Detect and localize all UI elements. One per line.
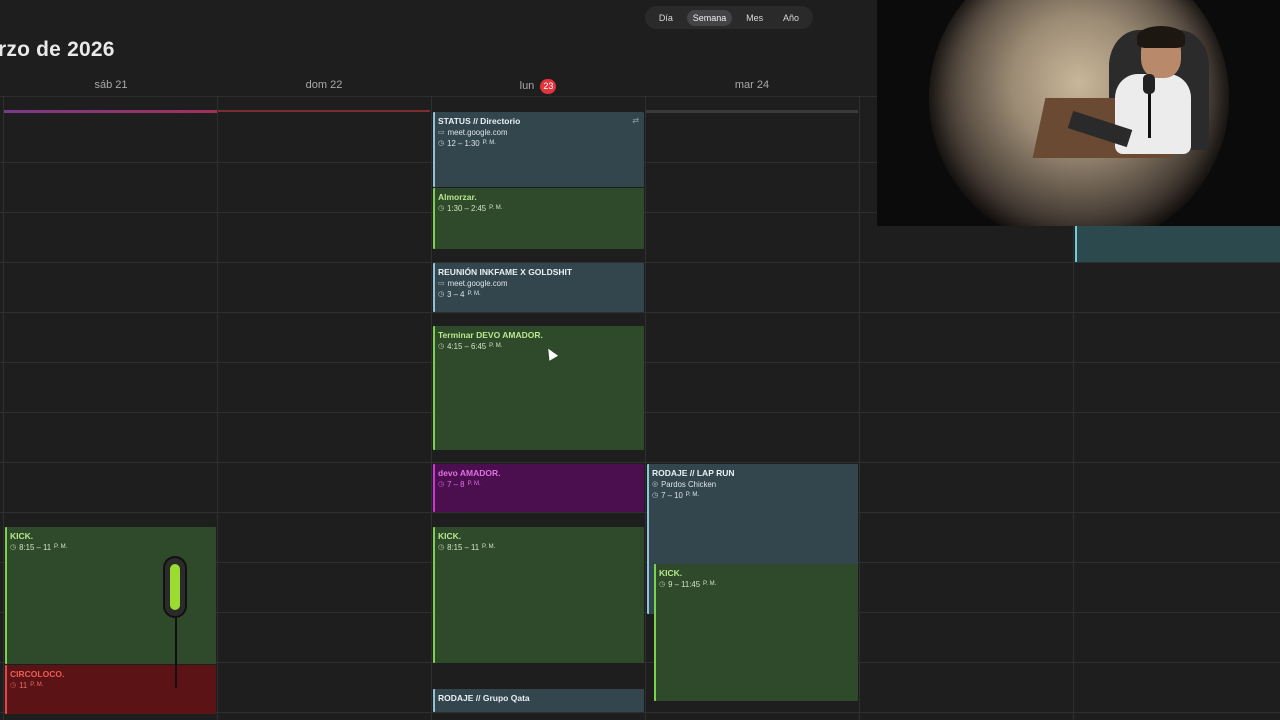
clock-icon: ◷ — [10, 544, 17, 551]
repeat-icon: ⇄ — [632, 116, 639, 125]
location-icon: ◎ — [652, 481, 659, 488]
grid-column-line — [3, 96, 4, 720]
clock-icon: ◷ — [659, 581, 666, 588]
day-header-mon-label: lun — [519, 80, 535, 92]
event-time: 8:15 – 11 — [447, 543, 480, 552]
event-time: 4:15 – 6:45 — [447, 342, 487, 351]
day-header-tue[interactable]: mar 24 — [692, 79, 812, 91]
event-time: 7 – 8 — [447, 480, 465, 489]
event-title: RODAJE // LAP RUN — [652, 468, 735, 478]
view-week-button[interactable]: Semana — [686, 9, 733, 26]
event-devo-amador[interactable]: devo AMADOR. ◷ 7 – 8 P. M. — [433, 464, 644, 512]
month-title: rzo de 2026 — [0, 38, 115, 61]
event-circoloco[interactable]: CIRCOLOCO. ◷ 11 P. M. — [5, 665, 216, 714]
day-header-sun[interactable]: dom 22 — [264, 79, 384, 91]
event-time: 1:30 – 2:45 — [447, 204, 487, 213]
event-ampm: P. M. — [467, 291, 481, 297]
event-title: CIRCOLOCO. — [10, 669, 65, 679]
event-location: Pardos Chicken — [661, 480, 717, 489]
event-title: devo AMADOR. — [438, 468, 501, 478]
event-time: 3 – 4 — [447, 290, 465, 299]
event-partial-wed[interactable] — [1075, 226, 1280, 262]
allday-strip-sat — [4, 110, 217, 113]
event-ampm: P. M. — [467, 481, 481, 487]
clock-icon: ◷ — [438, 343, 445, 350]
event-location: meet.google.com — [447, 128, 508, 137]
event-ampm: P. M. — [685, 492, 700, 498]
event-time: 7 – 10 — [661, 491, 683, 500]
grid-row-line — [0, 312, 1280, 313]
clock-icon: ◷ — [438, 140, 445, 147]
overlay-slider-handle — [163, 556, 187, 618]
view-month-button[interactable]: Mes — [740, 10, 769, 26]
event-reunion-inkfame[interactable]: REUNIÓN INKFAME X GOLDSHIT ▭ meet.google.… — [433, 263, 644, 312]
day-header-sat[interactable]: sáb 21 — [51, 79, 171, 91]
webcam-overlay — [877, 0, 1280, 226]
clock-icon: ◷ — [438, 544, 445, 551]
day-header-mon[interactable]: lun 23 — [478, 79, 598, 94]
clock-icon: ◷ — [10, 682, 17, 689]
clock-icon: ◷ — [652, 492, 659, 499]
event-title: KICK. — [438, 531, 462, 541]
grid-row-line — [0, 462, 1280, 463]
event-title: KICK. — [659, 568, 683, 578]
clock-icon: ◷ — [438, 205, 445, 212]
event-kick-mon[interactable]: KICK. ◷ 8:15 – 11 P. M. — [433, 527, 644, 663]
webcam-fisheye-image — [929, 0, 1229, 226]
allday-strip-sun — [218, 110, 430, 112]
event-terminar-devo[interactable]: Terminar DEVO AMADOR. ◷ 4:15 – 6:45 P. M. — [433, 326, 644, 450]
today-badge: 23 — [540, 79, 557, 94]
view-year-button[interactable]: Año — [777, 10, 805, 26]
event-ampm: P. M. — [703, 581, 717, 587]
person-hair — [1137, 26, 1185, 48]
event-ampm: P. M. — [30, 682, 44, 688]
microphone-icon — [1143, 74, 1155, 94]
event-title: RODAJE // Grupo Qata — [438, 693, 530, 703]
event-ampm: P. M. — [482, 544, 496, 550]
event-location: meet.google.com — [447, 279, 508, 288]
grid-row-line — [0, 512, 1280, 513]
event-title: Terminar DEVO AMADOR. — [438, 330, 543, 340]
grid-column-line — [217, 96, 218, 720]
event-kick-tue[interactable]: KICK. ◷ 9 – 11:45 P. M. — [654, 564, 858, 701]
event-rodaje-grupo-qata[interactable]: RODAJE // Grupo Qata — [433, 689, 644, 712]
event-ampm: P. M. — [482, 140, 496, 146]
event-title: Almorzar. — [438, 192, 477, 202]
event-time: 8:15 – 11 — [19, 543, 52, 552]
event-ampm: P. M. — [54, 544, 68, 550]
event-time: 9 – 11:45 — [668, 580, 701, 589]
event-time: 12 – 1:30 — [447, 139, 480, 148]
event-almorzar[interactable]: Almorzar. ◷ 1:30 – 2:45 P. M. — [433, 188, 644, 249]
view-switcher: Día Semana Mes Año — [645, 6, 813, 29]
event-ampm: P. M. — [489, 205, 503, 211]
overlay-slider-stem — [175, 618, 177, 688]
event-ampm: P. M. — [489, 343, 503, 349]
clock-icon: ◷ — [438, 481, 445, 488]
event-title: STATUS // Directorio — [438, 116, 521, 126]
grid-column-line — [431, 96, 432, 720]
grid-column-line — [645, 96, 646, 720]
event-status-directorio[interactable]: STATUS // Directorio ▭ meet.google.com ◷ 1… — [433, 112, 644, 187]
view-day-button[interactable]: Día — [653, 10, 679, 26]
video-icon: ▭ — [438, 129, 445, 136]
event-title: REUNIÓN INKFAME X GOLDSHIT — [438, 267, 573, 277]
overlay-slider-fill — [170, 564, 180, 610]
video-icon: ▭ — [438, 280, 445, 287]
event-time: 11 — [19, 681, 28, 690]
allday-strip-tue — [646, 110, 858, 113]
grid-column-line — [859, 96, 860, 720]
event-title: KICK. — [10, 531, 34, 541]
clock-icon: ◷ — [438, 291, 445, 298]
